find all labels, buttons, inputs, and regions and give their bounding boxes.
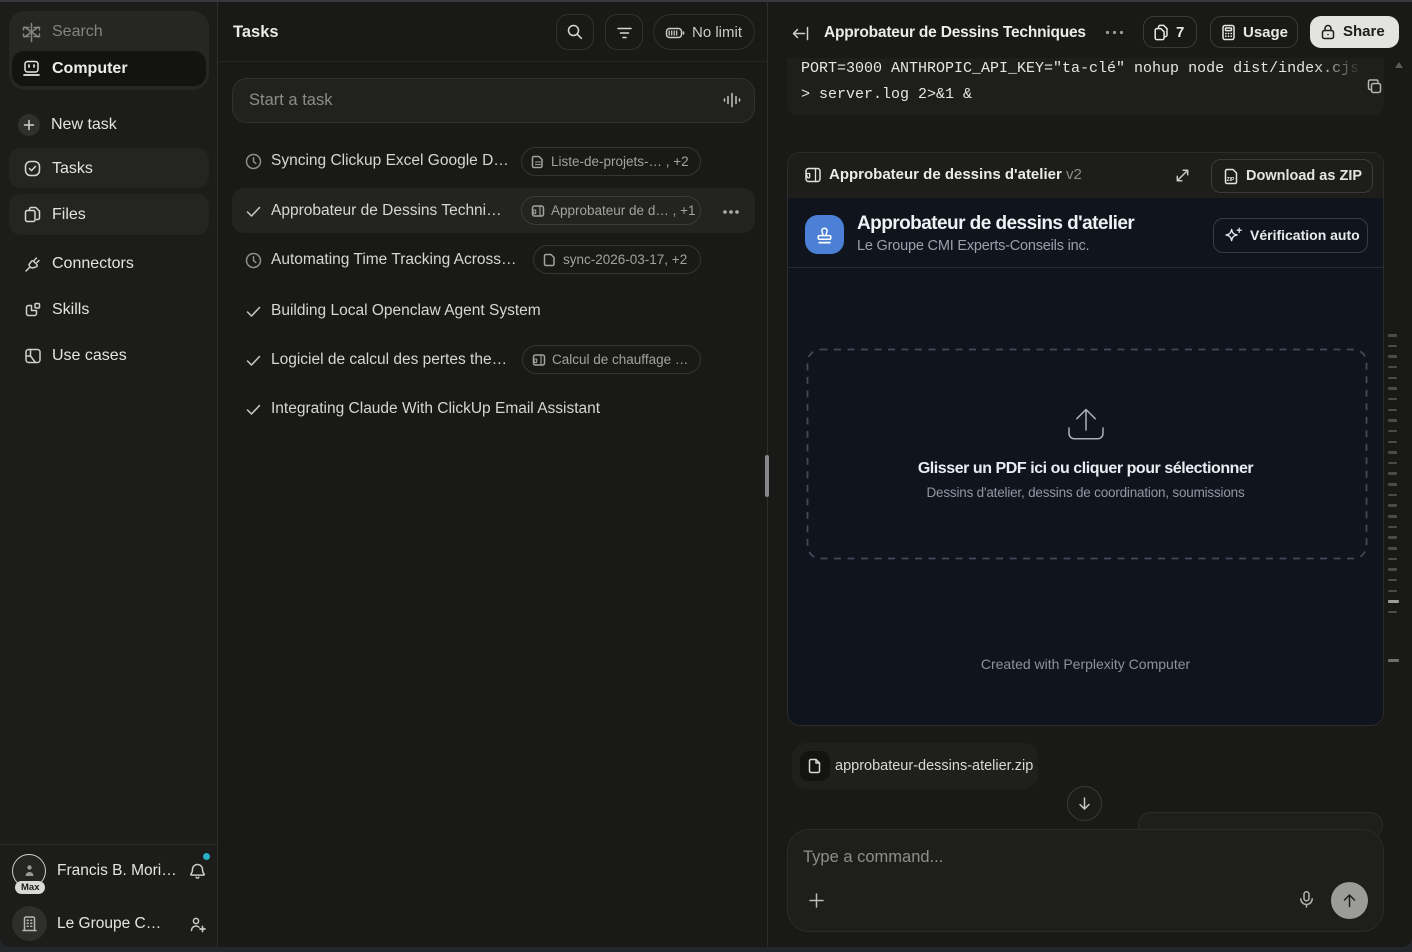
svg-text:ZIP: ZIP xyxy=(1227,177,1235,183)
